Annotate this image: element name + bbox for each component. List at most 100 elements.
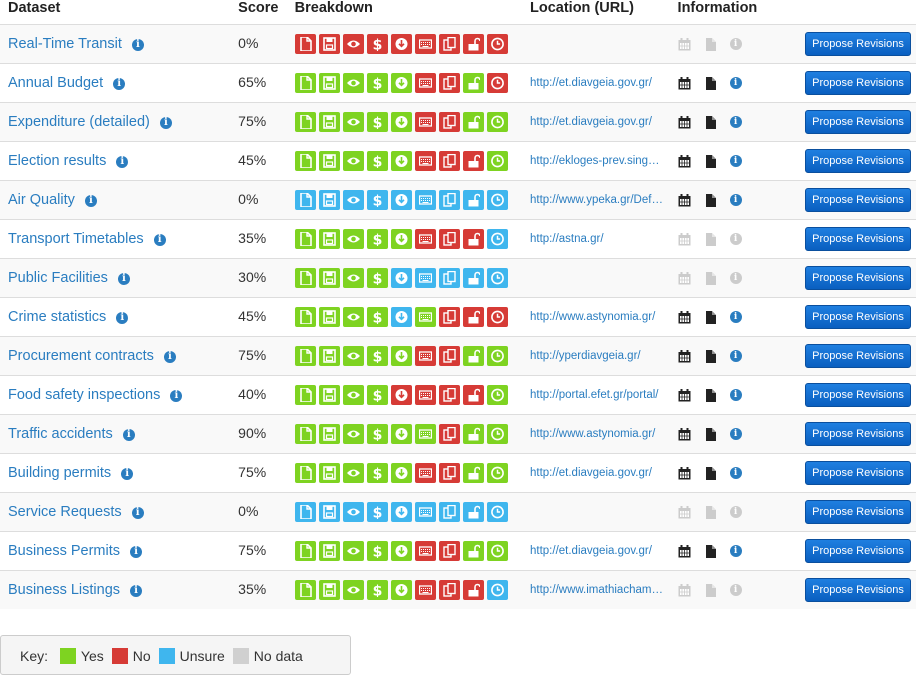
dataset-link[interactable]: Food safety inspections [8,387,160,403]
document-icon[interactable] [704,544,717,558]
breakdown-download-cell[interactable] [390,580,412,600]
breakdown-floppy-disk-cell[interactable] [318,463,340,483]
breakdown-clock-cell[interactable] [486,190,508,210]
propose-revisions-button[interactable]: Propose Revisions [805,461,911,485]
breakdown-download-cell[interactable] [390,229,412,249]
breakdown-file-cell[interactable] [294,151,316,171]
breakdown-file-cell[interactable] [294,463,316,483]
document-icon[interactable] [704,388,717,402]
breakdown-file-cell[interactable] [294,229,316,249]
dataset-link[interactable]: Expenditure (detailed) [8,114,150,130]
breakdown-download-cell[interactable] [390,190,412,210]
propose-revisions-button[interactable]: Propose Revisions [805,578,911,602]
breakdown-file-cell[interactable] [294,502,316,522]
breakdown-clock-cell[interactable] [486,112,508,132]
breakdown-copy-cell[interactable] [438,112,460,132]
location-link[interactable]: http://et.diavgeia.gov.gr/ [530,467,664,479]
location-link[interactable]: http://portal.efet.gr/portal/ [530,389,664,401]
info-icon[interactable]: i [170,390,183,402]
breakdown-keyboard-cell[interactable] [414,541,436,561]
breakdown-floppy-disk-cell[interactable] [318,190,340,210]
breakdown-dollar-cell[interactable]: $ [366,541,388,561]
location-link[interactable]: http://et.diavgeia.gov.gr/ [530,116,664,128]
breakdown-keyboard-cell[interactable] [414,502,436,522]
propose-revisions-button[interactable]: Propose Revisions [805,227,911,251]
breakdown-floppy-disk-cell[interactable] [318,385,340,405]
breakdown-floppy-disk-cell[interactable] [318,502,340,522]
breakdown-floppy-disk-cell[interactable] [318,229,340,249]
breakdown-file-cell[interactable] [294,34,316,54]
breakdown-copy-cell[interactable] [438,151,460,171]
breakdown-keyboard-cell[interactable] [414,268,436,288]
location-link[interactable]: http://astna.gr/ [530,233,664,245]
info-icon[interactable]: i [159,117,172,129]
calendar-icon[interactable] [678,310,691,324]
breakdown-dollar-cell[interactable]: $ [366,229,388,249]
breakdown-copy-cell[interactable] [438,73,460,93]
dataset-link[interactable]: Procurement contracts [8,348,154,364]
breakdown-clock-cell[interactable] [486,229,508,249]
breakdown-clock-cell[interactable] [486,151,508,171]
breakdown-copy-cell[interactable] [438,424,460,444]
propose-revisions-button[interactable]: Propose Revisions [805,344,911,368]
location-link[interactable]: http://et.diavgeia.gov.gr/ [530,545,664,557]
breakdown-dollar-cell[interactable]: $ [366,190,388,210]
breakdown-download-cell[interactable] [390,151,412,171]
breakdown-dollar-cell[interactable]: $ [366,385,388,405]
breakdown-eye-cell[interactable] [342,151,364,171]
info-icon[interactable]: i [116,312,129,324]
propose-revisions-button[interactable]: Propose Revisions [805,149,911,173]
breakdown-clock-cell[interactable] [486,268,508,288]
breakdown-file-cell[interactable] [294,424,316,444]
breakdown-keyboard-cell[interactable] [414,346,436,366]
breakdown-floppy-disk-cell[interactable] [318,34,340,54]
dataset-link[interactable]: Traffic accidents [8,426,113,442]
document-icon[interactable] [704,193,717,207]
propose-revisions-button[interactable]: Propose Revisions [805,500,911,524]
breakdown-dollar-cell[interactable]: $ [366,307,388,327]
breakdown-keyboard-cell[interactable] [414,34,436,54]
location-link[interactable]: http://yperdiavgeia.gr/ [530,350,664,362]
breakdown-dollar-cell[interactable]: $ [366,151,388,171]
breakdown-file-cell[interactable] [294,73,316,93]
breakdown-copy-cell[interactable] [438,346,460,366]
breakdown-eye-cell[interactable] [342,424,364,444]
breakdown-keyboard-cell[interactable] [414,385,436,405]
breakdown-unlock-cell[interactable] [462,34,484,54]
breakdown-copy-cell[interactable] [438,190,460,210]
breakdown-keyboard-cell[interactable] [414,73,436,93]
info-icon[interactable]: i [122,429,135,441]
breakdown-file-cell[interactable] [294,268,316,288]
info-icon[interactable]: i [131,39,144,51]
propose-revisions-button[interactable]: Propose Revisions [805,539,911,563]
breakdown-eye-cell[interactable] [342,268,364,288]
breakdown-keyboard-cell[interactable] [414,424,436,444]
breakdown-copy-cell[interactable] [438,34,460,54]
breakdown-download-cell[interactable] [390,112,412,132]
breakdown-unlock-cell[interactable] [462,268,484,288]
breakdown-eye-cell[interactable] [342,112,364,132]
breakdown-eye-cell[interactable] [342,463,364,483]
breakdown-eye-cell[interactable] [342,580,364,600]
breakdown-unlock-cell[interactable] [462,73,484,93]
location-link[interactable]: http://ekloges-prev.singularlogic.eu/ [530,155,664,167]
breakdown-clock-cell[interactable] [486,541,508,561]
breakdown-dollar-cell[interactable]: $ [366,580,388,600]
breakdown-unlock-cell[interactable] [462,424,484,444]
breakdown-eye-cell[interactable] [342,73,364,93]
location-link[interactable]: http://www.ypeka.gr/Default.aspx [530,194,664,206]
breakdown-floppy-disk-cell[interactable] [318,151,340,171]
propose-revisions-button[interactable]: Propose Revisions [805,71,911,95]
breakdown-unlock-cell[interactable] [462,580,484,600]
dataset-link[interactable]: Business Listings [8,582,120,598]
breakdown-download-cell[interactable] [390,463,412,483]
breakdown-dollar-cell[interactable]: $ [366,346,388,366]
breakdown-copy-cell[interactable] [438,580,460,600]
breakdown-floppy-disk-cell[interactable] [318,73,340,93]
calendar-icon[interactable] [678,349,691,363]
details-info-icon[interactable]: i [729,311,742,323]
details-info-icon[interactable]: i [729,467,742,479]
breakdown-unlock-cell[interactable] [462,502,484,522]
breakdown-download-cell[interactable] [390,424,412,444]
details-info-icon[interactable]: i [729,155,742,167]
